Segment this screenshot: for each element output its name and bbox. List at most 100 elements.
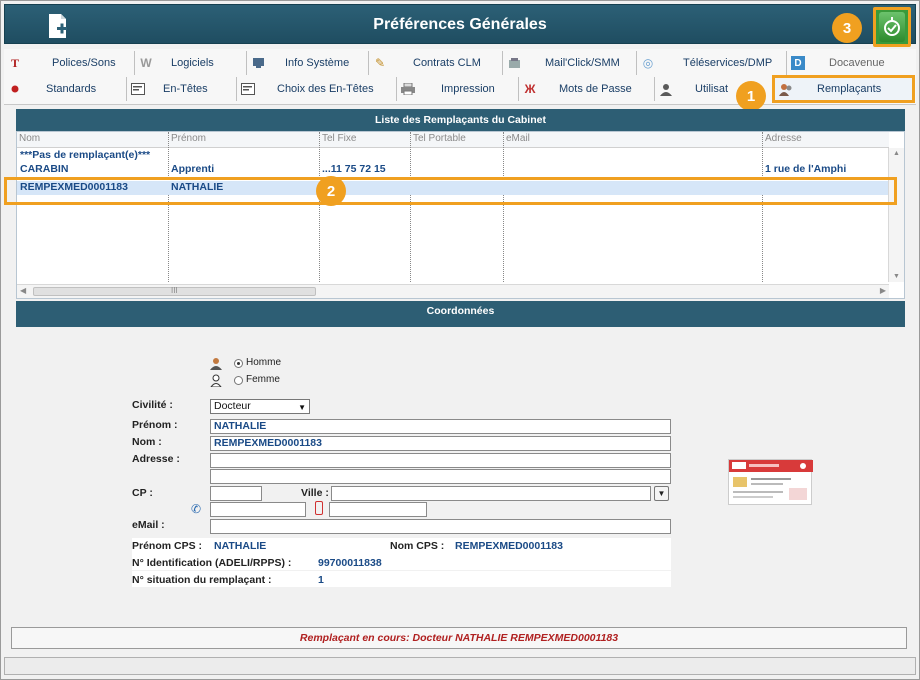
cps-card-image <box>728 459 813 505</box>
tab-row-1: T Polices/Sons W Logiciels Info Système … <box>4 51 916 77</box>
tab-logiciels[interactable]: W Logiciels <box>134 51 246 75</box>
label-nom-cps: Nom CPS : <box>390 540 445 552</box>
email-field[interactable] <box>210 519 671 534</box>
red-dot-icon <box>8 82 22 96</box>
scroll-up-icon[interactable]: ▲ <box>893 150 900 157</box>
title-bar: Préférences Générales <box>4 4 916 44</box>
column-header-adresse[interactable]: Adresse <box>765 133 802 144</box>
adresse-line2-field[interactable] <box>210 469 671 484</box>
tab-mailclick-smm[interactable]: Mail'Click/SMM <box>502 51 636 75</box>
tab-polices-sons[interactable]: T Polices/Sons <box>4 51 126 75</box>
tab-remplacants[interactable]: Remplaçants <box>772 75 915 103</box>
label-ville: Ville : <box>301 487 329 499</box>
badge-2: 2 <box>316 176 346 206</box>
tab-label: Polices/Sons <box>52 57 116 69</box>
cell-prenom: Apprenti <box>171 163 215 175</box>
horizontal-scrollbar[interactable]: ◀ III ▶ <box>17 284 889 298</box>
tab-label: Contrats CLM <box>413 57 481 69</box>
radio-homme[interactable] <box>234 359 243 368</box>
pencil-icon: ✎ <box>374 56 386 70</box>
adeli-value: 99700011838 <box>318 557 382 569</box>
ville-field[interactable] <box>331 486 651 501</box>
label-prenom: Prénom : <box>132 419 178 431</box>
scroll-down-icon[interactable]: ▼ <box>893 273 900 280</box>
tab-label: Mots de Passe <box>559 83 632 95</box>
preferences-window: Préférences Générales 3 T Polices/Sons W… <box>0 0 920 680</box>
tab-contrats-clm[interactable]: ✎ Contrats CLM <box>368 51 502 75</box>
scroll-left-icon[interactable]: ◀ <box>20 286 26 295</box>
tab-label: Choix des En-Têtes <box>277 83 374 95</box>
tab-docavenue[interactable]: D Docavenue <box>786 51 906 75</box>
label-cp: CP : <box>132 487 153 499</box>
list-header: Liste des Remplaçants du Cabinet <box>16 109 905 131</box>
civilite-select[interactable]: Docteur ▼ <box>210 399 310 414</box>
tab-label: Logiciels <box>171 57 214 69</box>
label-femme: Femme <box>246 374 280 385</box>
column-header-email[interactable]: eMail <box>506 133 530 144</box>
status-bar: Remplaçant en cours: Docteur NATHALIE RE… <box>11 627 907 649</box>
tab-standards[interactable]: Standards <box>4 77 126 101</box>
tab-mots-de-passe[interactable]: Ж Mots de Passe <box>518 77 654 101</box>
validate-icon <box>879 12 905 42</box>
radio-femme[interactable] <box>234 376 243 385</box>
tab-label: Remplaçants <box>817 83 882 95</box>
phone-portable-field[interactable] <box>329 502 427 517</box>
tab-choix-en-tetes[interactable]: Choix des En-Têtes <box>236 77 396 101</box>
situation-value: 1 <box>318 574 324 586</box>
replacement-icon <box>779 82 793 96</box>
male-icon <box>210 357 222 373</box>
civilite-value: Docteur <box>214 400 251 412</box>
label-adresse: Adresse : <box>132 453 180 465</box>
tab-impression[interactable]: Impression <box>396 77 518 101</box>
tab-teleservices-dmp[interactable]: ◎ Téléservices/DMP <box>636 51 786 75</box>
printer-icon <box>401 82 415 96</box>
header-choice-icon <box>241 82 255 96</box>
column-header-tel-portable[interactable]: Tel Portable <box>413 133 466 144</box>
label-adeli: N° Identification (ADELI/RPPS) : <box>132 557 292 569</box>
scroll-thumb[interactable]: III <box>33 286 316 296</box>
label-situation: N° situation du remplaçant : <box>132 574 272 586</box>
list-row-carabin[interactable]: CARABIN Apprenti ...11 75 72 15 1 rue de… <box>17 163 889 177</box>
label-homme: Homme <box>246 357 282 368</box>
prenom-field[interactable]: NATHALIE <box>210 419 671 434</box>
label-prenom-cps: Prénom CPS : <box>132 540 203 552</box>
tab-info-systeme[interactable]: Info Système <box>246 51 368 75</box>
column-header-tel-fixe[interactable]: Tel Fixe <box>322 133 356 144</box>
vertical-scrollbar[interactable]: ▲ ▼ <box>888 148 904 282</box>
chevron-down-icon: ▼ <box>298 403 306 412</box>
label-email: eMail : <box>132 519 165 531</box>
label-civilite: Civilité : <box>132 399 173 411</box>
column-header-nom[interactable]: Nom <box>19 133 40 144</box>
password-icon: Ж <box>524 82 536 96</box>
docavenue-icon: D <box>791 56 805 70</box>
badge-3: 3 <box>832 13 862 43</box>
tab-label: En-Têtes <box>163 83 208 95</box>
cell-adresse: 1 rue de l'Amphi <box>765 163 847 175</box>
label-nom: Nom : <box>132 436 162 448</box>
user-icon <box>659 82 673 96</box>
software-icon: W <box>140 56 152 70</box>
cp-field[interactable] <box>210 486 262 501</box>
cell-tel-fixe: ...11 75 72 15 <box>322 163 386 175</box>
coordonnees-header: Coordonnées <box>16 301 905 327</box>
tab-label: Info Système <box>285 57 350 69</box>
tab-label: Téléservices/DMP <box>683 57 773 69</box>
cell-nom: ***Pas de remplaçant(e)*** <box>20 149 151 161</box>
replacements-list: Nom Prénom Tel Fixe Tel Portable eMail A… <box>16 131 905 299</box>
system-icon <box>251 56 265 70</box>
nom-cps-value: REMPEXMED0001183 <box>455 540 563 552</box>
validate-button[interactable] <box>873 7 911 47</box>
scroll-right-icon[interactable]: ▶ <box>880 286 886 295</box>
list-row-none[interactable]: ***Pas de remplaçant(e)*** <box>17 149 889 163</box>
ville-dropdown-button[interactable]: ▼ <box>654 486 669 501</box>
tab-label: Docavenue <box>829 57 885 69</box>
phone-fixe-field[interactable] <box>210 502 306 517</box>
nom-field[interactable]: REMPEXMED0001183 <box>210 436 671 451</box>
column-header-prenom[interactable]: Prénom <box>171 133 206 144</box>
adresse-line1-field[interactable] <box>210 453 671 468</box>
phone-icon: ✆ <box>191 502 202 516</box>
teleservice-icon: ◎ <box>642 56 654 70</box>
window-title: Préférences Générales <box>373 16 547 33</box>
tab-en-tetes[interactable]: En-Têtes <box>126 77 236 101</box>
font-icon: T <box>10 55 19 70</box>
